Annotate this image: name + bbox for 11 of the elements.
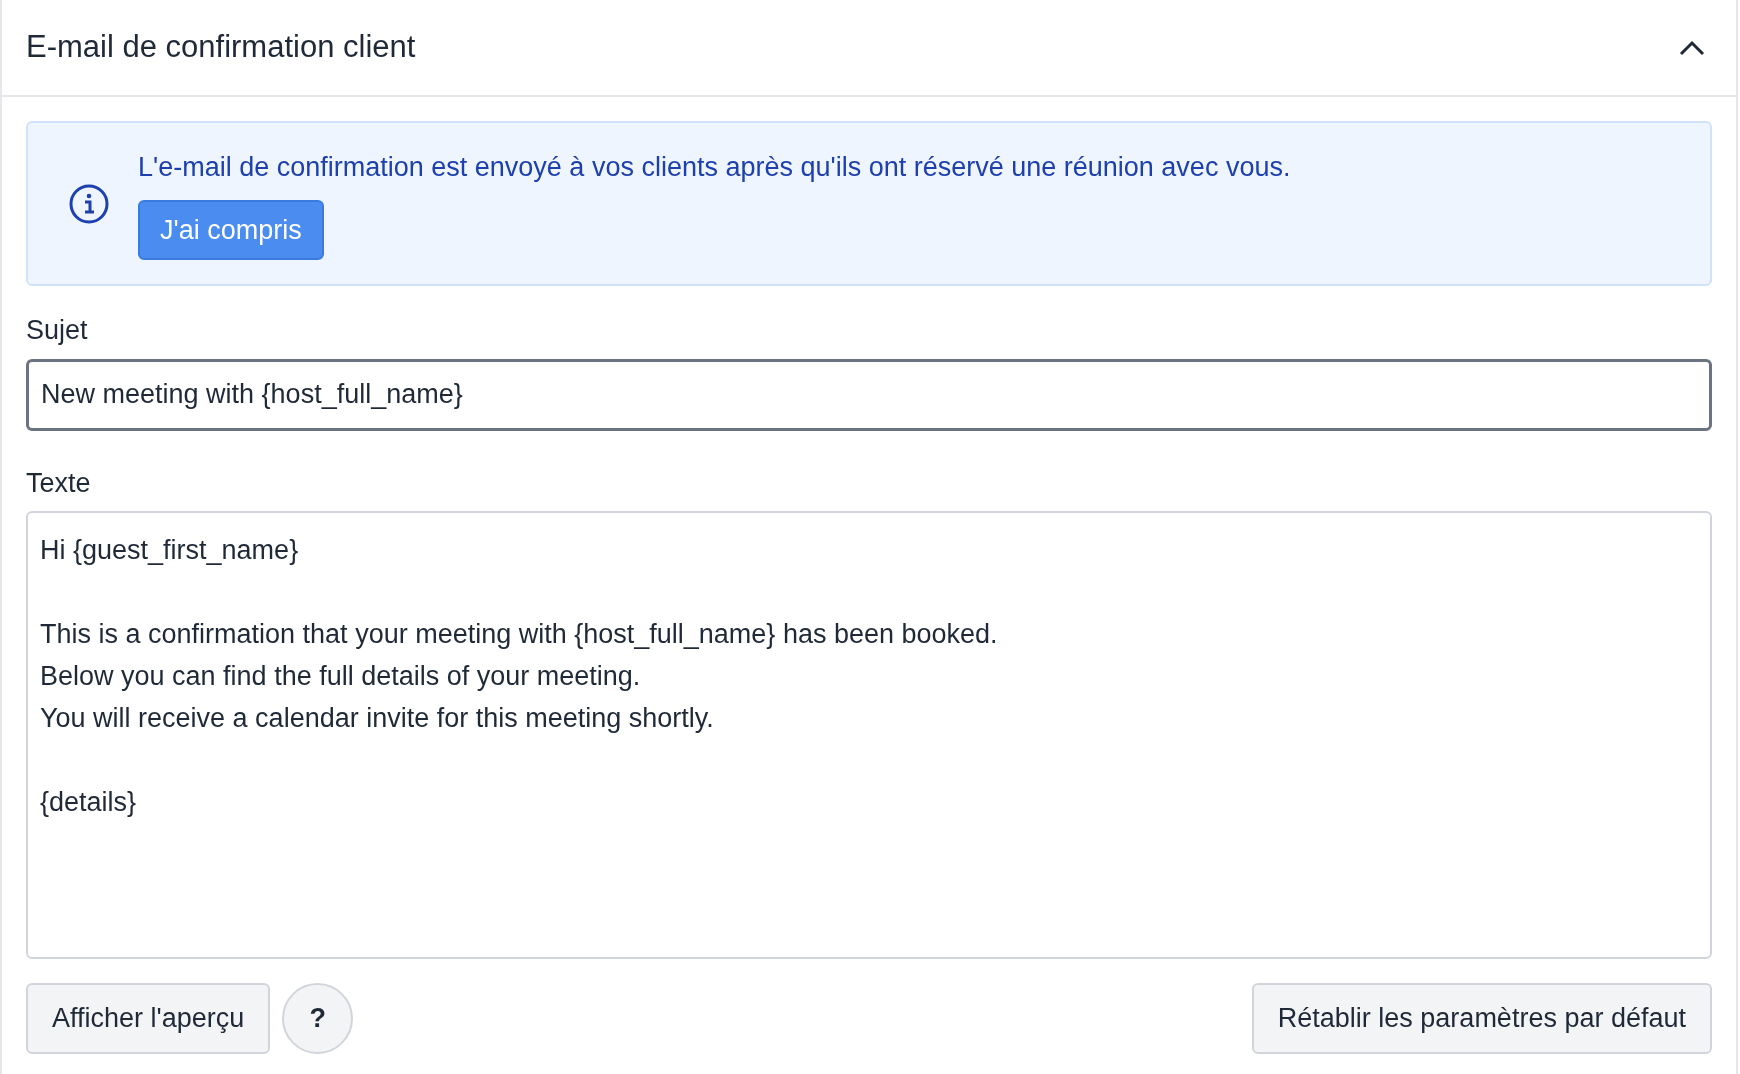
chevron-icon	[1678, 38, 1706, 57]
subject-field[interactable]: New meeting with {host_full_name}	[26, 358, 1712, 431]
body-field[interactable]: Hi {guest_first_name} This is a confirmation that your meeting with {host_full_name} has been booked. Below you can find the full details of your meeting. You will receive a calendar invite for this meeting shortly. {details}	[26, 511, 1712, 959]
reset-button[interactable]: Rétablir les paramètres par défaut	[1251, 983, 1712, 1054]
subject-label: Sujet	[26, 314, 89, 347]
info-icon	[68, 182, 110, 225]
panel-title: E-mail de confirmation client	[26, 28, 416, 67]
help-button[interactable]: ?	[282, 983, 354, 1054]
body-label: Texte	[26, 466, 92, 500]
notice-text: L'e-mail de confirmation est envoyé à vos clients après qu'ils ont réservé une réunion avec vous.	[138, 151, 1291, 185]
preview-button[interactable]: Afficher l'aperçu	[26, 983, 271, 1054]
